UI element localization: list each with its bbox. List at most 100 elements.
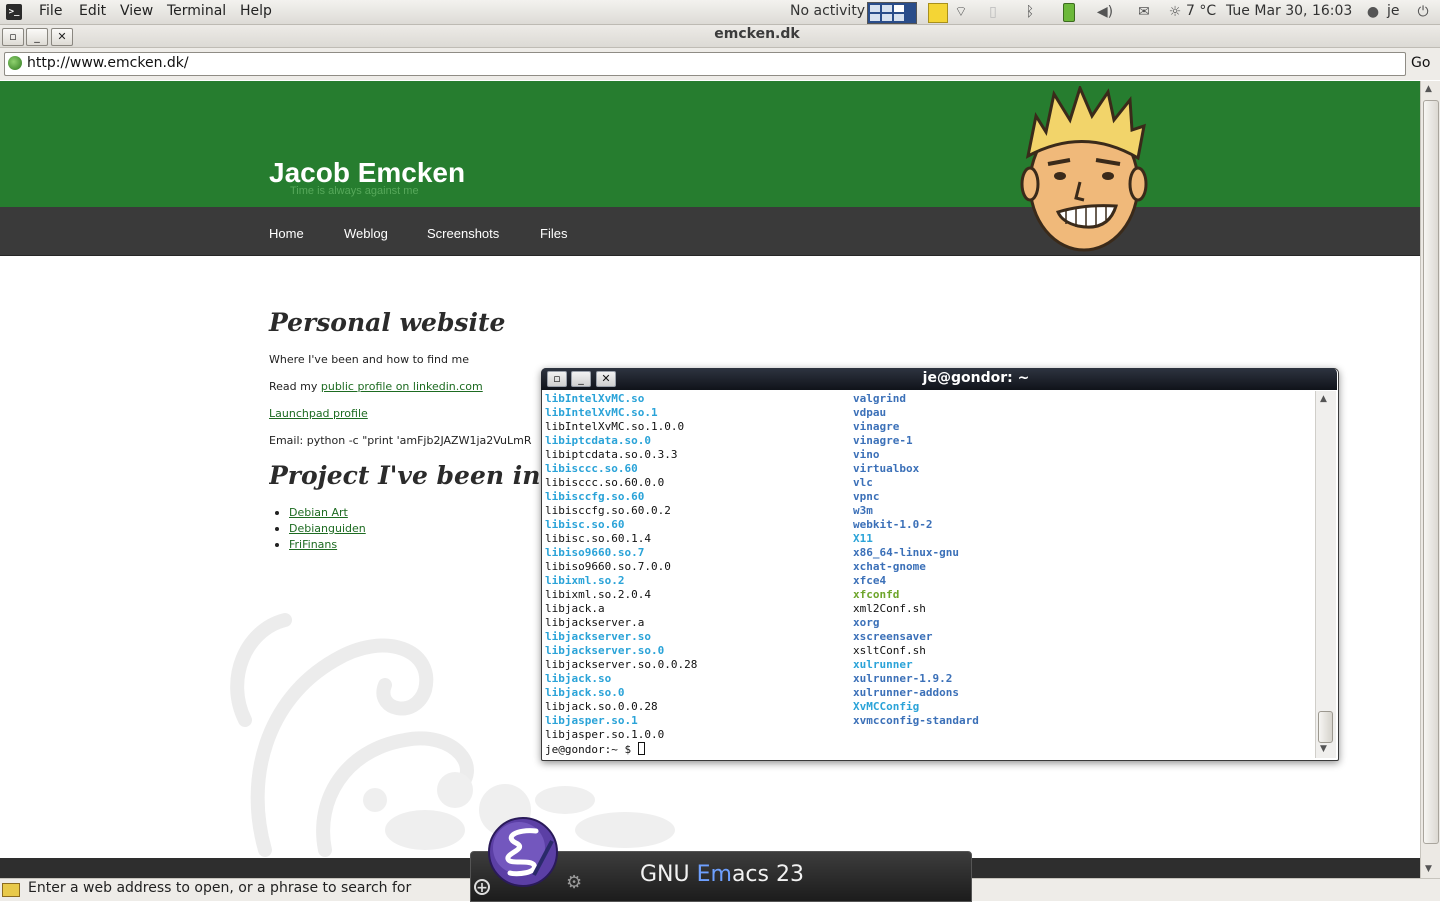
volume-icon[interactable]: ◀) <box>1096 3 1114 21</box>
terminal-output[interactable]: libIntelXvMC.so libIntelXvMC.so.1 libIntel… <box>544 392 1314 758</box>
linkedin-line: Read my public profile on linkedin.com <box>269 380 483 393</box>
terminal-line: xfconfd <box>853 588 900 601</box>
nav-weblog[interactable]: Weblog <box>344 226 388 241</box>
site-tagline: Time is always against me <box>290 185 419 197</box>
terminal-line: libiso9660.so.7 <box>545 546 645 559</box>
terminal-line: X11 <box>853 532 873 545</box>
go-button[interactable]: Go <box>1411 55 1430 71</box>
terminal-line: xfce4 <box>853 574 887 587</box>
terminal-line: libIntelXvMC.so <box>545 392 645 405</box>
menu-file[interactable]: File <box>39 3 62 19</box>
site-nav <box>0 207 1420 256</box>
activity-status: No activity <box>790 3 866 19</box>
terminal-line: xscreensaver <box>853 630 933 643</box>
terminal-line: vpnc <box>853 490 880 503</box>
battery-slot-icon[interactable]: ▯ <box>984 3 1002 21</box>
terminal-line: libjackserver.so.0 <box>545 644 665 657</box>
linkedin-link[interactable]: public profile on linkedin.com <box>321 380 483 393</box>
terminal-line: webkit-1.0-2 <box>853 518 933 531</box>
window-title: emcken.dk <box>714 26 800 42</box>
battery-icon[interactable] <box>1063 3 1075 22</box>
terminal-line: vinagre <box>853 420 900 433</box>
terminal-line: XvMCConfig <box>853 700 920 713</box>
user-name[interactable]: je <box>1387 3 1400 19</box>
terminal-line: libixml.so.2 <box>545 574 625 587</box>
terminal-scroll-down-icon[interactable]: ▼ <box>1320 744 1327 754</box>
terminal-cursor <box>637 742 645 755</box>
site-header <box>0 81 1420 207</box>
terminal-line: libjack.so.0.0.28 <box>545 700 658 713</box>
terminal-title: je@gondor: ~ <box>922 370 1030 386</box>
terminal-line: xulrunner-addons <box>853 686 959 699</box>
terminal-line: vlc <box>853 476 873 489</box>
terminal-scroll-up-icon[interactable]: ▲ <box>1320 394 1327 404</box>
menu-view[interactable]: View <box>120 3 153 19</box>
email-line: Email: python -c "print 'amFjb2JAZW1ja2V… <box>269 434 532 447</box>
terminal-line: xvmcconfig-standard <box>853 714 979 727</box>
terminal-line: libjack.a <box>545 602 605 615</box>
intro-text: Where I've been and how to find me <box>269 353 469 366</box>
lock-icon <box>2 883 20 897</box>
power-icon[interactable]: ⏻ <box>1414 3 1432 21</box>
terminal-line: xorg <box>853 616 880 629</box>
emacs-logo-icon[interactable] <box>486 815 560 889</box>
menu-help[interactable]: Help <box>240 3 272 19</box>
scroll-up-icon[interactable]: ▲ <box>1425 84 1432 94</box>
notes-icon[interactable] <box>928 3 948 23</box>
terminal-line: xchat-gnome <box>853 560 926 573</box>
chat-icon[interactable]: ● <box>1364 3 1382 21</box>
wifi-icon[interactable]: ⌔ <box>952 3 970 21</box>
linkedin-prefix: Read my <box>269 380 321 393</box>
url-input[interactable] <box>4 52 1406 76</box>
terminal-line: vino <box>853 448 880 461</box>
avatar <box>1020 86 1148 252</box>
terminal-line: libisccc.so.60.0.0 <box>545 476 665 489</box>
project-link-debian-art[interactable]: Debian Art <box>289 506 348 519</box>
terminal-line: libisccfg.so.60 <box>545 490 645 503</box>
page-scrollbar-thumb[interactable] <box>1423 100 1439 844</box>
terminal-line: libisccc.so.60 <box>545 462 638 475</box>
project-link-frifinans[interactable]: FriFinans <box>289 538 337 551</box>
weather-temp[interactable]: 7 °C <box>1186 3 1216 19</box>
nav-files[interactable]: Files <box>540 226 567 241</box>
url-text[interactable]: http://www.emcken.dk/ <box>27 55 189 71</box>
emacs-label-pre: GNU <box>640 862 697 887</box>
terminal-scrollbar-thumb[interactable] <box>1318 711 1333 743</box>
gear-icon[interactable]: ⚙ <box>566 872 582 893</box>
project-link-debianguiden[interactable]: Debianguiden <box>289 522 366 535</box>
terminal-app-icon[interactable]: >_ <box>6 4 22 20</box>
terminal-line: libisc.so.60.1.4 <box>545 532 651 545</box>
terminal-line: libisc.so.60 <box>545 518 625 531</box>
globe-icon <box>8 56 22 70</box>
terminal-line: x86_64-linux-gnu <box>853 546 959 559</box>
terminal-line: libjack.so <box>545 672 612 685</box>
terminal-line: libjasper.so.1 <box>545 714 638 727</box>
nav-home[interactable]: Home <box>269 226 304 241</box>
terminal-line: libiptcdata.so.0.3.3 <box>545 448 678 461</box>
bluetooth-icon[interactable]: ᛒ <box>1021 3 1039 21</box>
prompt-text: je@gondor:~ $ <box>545 743 638 756</box>
launchpad-link[interactable]: Launchpad profile <box>269 407 368 420</box>
heading-personal-website: Personal website <box>269 308 506 337</box>
list-bullet <box>275 543 279 547</box>
terminal-line: xml2Conf.sh <box>853 602 926 615</box>
terminal-scrollbar[interactable] <box>1315 391 1336 758</box>
terminal-line: valgrind <box>853 392 906 405</box>
workspace-switcher-icon[interactable] <box>867 2 917 24</box>
weather-icon[interactable]: ☼ <box>1166 3 1184 21</box>
mail-icon[interactable]: ✉ <box>1135 3 1153 21</box>
emacs-label[interactable]: GNU Emacs 23 <box>640 862 804 887</box>
menu-edit[interactable]: Edit <box>79 3 106 19</box>
emacs-label-post: acs 23 <box>731 862 804 887</box>
scroll-down-icon[interactable]: ▼ <box>1425 864 1432 874</box>
terminal-line: libjackserver.so.0.0.28 <box>545 658 698 671</box>
terminal-line: libjasper.so.1.0.0 <box>545 728 665 741</box>
terminal-prompt[interactable]: je@gondor:~ $ <box>545 742 645 756</box>
terminal-line: libjack.so.0 <box>545 686 625 699</box>
terminal-line: xulrunner-1.9.2 <box>853 672 953 685</box>
clock[interactable]: Tue Mar 30, 16:03 <box>1226 3 1352 19</box>
terminal-line: vinagre-1 <box>853 434 913 447</box>
terminal-line: xsltConf.sh <box>853 644 926 657</box>
menu-terminal[interactable]: Terminal <box>167 3 226 19</box>
nav-screenshots[interactable]: Screenshots <box>427 226 499 241</box>
